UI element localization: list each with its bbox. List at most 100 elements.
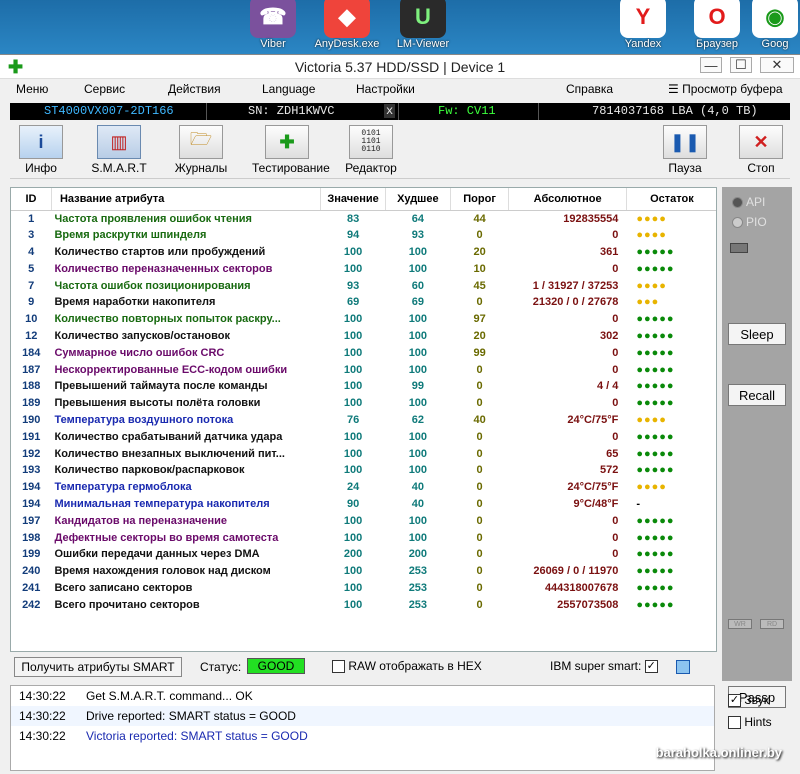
logs-button[interactable]: 🗁 Журналы [166,125,236,175]
col-worst[interactable]: Худшее [385,188,451,211]
event-log: 14:30:22 Get S.M.A.R.T. command... OK 14:… [10,685,715,771]
sleep-button[interactable]: Sleep [728,323,786,345]
maximize-button[interactable]: ☐ [730,57,752,73]
row-worst: 100 [408,430,428,443]
row-value: 100 [343,531,363,544]
info-button[interactable]: i Инфо [6,125,76,175]
clipboard-view-button[interactable]: ☰ Просмотр буфера [668,82,783,96]
desktop-icon-label: AnyDesk.exe [314,38,380,50]
col-remaining[interactable]: Остаток [626,188,716,211]
editor-button[interactable]: 0101 1101 0110 Редактор [336,125,406,175]
desktop-icon-anydesk[interactable]: ◆ AnyDesk.exe [312,0,382,54]
desktop-icon-opera[interactable]: O Браузер [682,0,752,54]
table-row[interactable]: 187 Нескорректированные ECC-кодом ошибки 1… [11,361,716,378]
table-row[interactable]: 240 Время нахождения головок над диском 10… [11,563,716,580]
table-row[interactable]: 190 Температура воздушного потока 76 62 40 24… [11,412,716,429]
color-swatch[interactable] [676,660,690,674]
viber-icon: ☎ [250,0,296,38]
menu-language[interactable]: Language [262,82,315,96]
table-row[interactable]: 5 Количество переназначенных секторов 100 1… [11,260,716,277]
table-row[interactable]: 191 Количество срабатываний датчика удара… [11,428,716,445]
row-value: 83 [346,212,360,225]
row-remaining: ●●●●● [636,464,675,477]
table-row[interactable]: 194 Температура гермоблока 24 40 0 24°C/75°F ●… [11,479,716,496]
device-model: ST4000VX007-2DT166 [44,104,174,118]
row-raw: 0 [612,531,619,544]
yandex-icon: Y [620,0,666,38]
row-remaining: ●●●●● [636,548,675,561]
stop-button[interactable]: ✕ Стоп [726,125,796,175]
row-value: 93 [346,279,360,292]
ibm-super-smart-checkbox[interactable]: IBM super smart: ✓ [550,659,658,674]
table-row[interactable]: 242 Всего прочитано секторов 100 253 0 255707… [11,596,716,613]
table-row[interactable]: 12 Количество запусков/остановок 100 100 20 3… [11,328,716,345]
col-name[interactable]: Название атрибута [51,188,322,211]
menu-actions[interactable]: Действия [168,82,221,96]
row-value: 100 [343,581,363,594]
table-row[interactable]: 189 Превышения высоты полёта головки 100 10… [11,395,716,412]
pause-button[interactable]: ❚❚ Пауза [650,125,720,175]
api-radio[interactable]: API [732,195,765,209]
desktop-icon-label: Браузер [696,38,738,50]
row-raw: 444318007678 [544,581,619,594]
row-id: 242 [22,598,41,611]
col-value[interactable]: Значение [320,188,386,211]
col-raw[interactable]: Абсолютное [508,188,627,211]
table-row[interactable]: 7 Частота ошибок позиционирования 93 60 45 1 … [11,277,716,294]
table-row[interactable]: 241 Всего записано секторов 100 253 0 4443180… [11,580,716,597]
table-row[interactable]: 4 Количество стартов или пробуждений 100 10… [11,244,716,261]
table-row[interactable]: 1 Частота проявления ошибок чтения 83 64 44 1… [11,210,716,227]
sound-checkbox[interactable]: ✓ Звук [728,693,769,708]
table-header-row: ID Название атрибута Значение Худшее Пор… [11,188,716,211]
col-threshold[interactable]: Порог [450,188,510,211]
desktop-icon-chrome[interactable]: ◉ Goog [750,0,800,54]
row-id: 199 [22,548,41,561]
table-row[interactable]: 193 Количество парковок/распарковок 100 100… [11,462,716,479]
row-id: 192 [22,447,41,460]
table-row[interactable]: 10 Количество повторных попыток раскру...… [11,311,716,328]
raw-hex-checkbox[interactable]: RAW отображать в HEX [332,659,482,674]
col-id[interactable]: ID [11,188,52,211]
log-message: Drive reported: SMART status = GOOD [86,709,296,723]
row-worst: 40 [411,497,424,510]
table-row[interactable]: 194 Минимальная температура накопителя 90 4… [11,496,716,513]
log-row: 14:30:22 Victoria reported: SMART status … [11,726,714,746]
row-threshold: 0 [476,447,483,460]
get-smart-button[interactable]: Получить атрибуты SMART [14,657,182,677]
row-remaining: ●●●● [636,229,667,242]
minimize-button[interactable]: — [700,57,722,73]
recall-button[interactable]: Recall [728,384,786,406]
serial-clear-button[interactable]: x [384,104,396,118]
pio-radio[interactable]: PIO [732,215,767,229]
table-row[interactable]: 9 Время наработки накопителя 69 69 0 21320 / … [11,294,716,311]
table-row[interactable]: 184 Суммарное число ошибок CRC 100 100 99 0 ●●… [11,344,716,361]
table-row[interactable]: 199 Ошибки передачи данных через DMA 200 20… [11,546,716,563]
row-raw: 361 [600,245,619,258]
table-row[interactable]: 3 Время раскрутки шпинделя 94 93 0 0 ●●●● [11,227,716,244]
menu-main[interactable]: Меню [16,82,48,96]
table-row[interactable]: 192 Количество внезапных выключений пит..… [11,445,716,462]
row-name: Ошибки передачи данных через DMA [54,548,260,561]
hints-checkbox[interactable]: Hints [728,715,772,730]
row-raw: 572 [600,464,619,477]
table-row[interactable]: 188 Превышений таймаута после команды 100 9… [11,378,716,395]
info-icon: i [19,125,63,159]
hints-label: Hints [744,715,772,729]
row-id: 194 [22,497,41,510]
row-raw: 65 [606,447,619,460]
row-id: 197 [22,514,41,527]
row-id: 4 [28,245,35,258]
menu-settings[interactable]: Настройки [356,82,415,96]
row-remaining: ●●●● [636,212,667,225]
test-button[interactable]: ✚ Тестирование [252,125,330,175]
smart-button[interactable]: ▥ S.M.A.R.T [84,125,154,175]
table-row[interactable]: 198 Дефектные секторы во время самотеста 1… [11,529,716,546]
menu-service[interactable]: Сервис [84,82,125,96]
close-button[interactable]: ✕ [760,57,794,73]
desktop-icon-yandex[interactable]: Y Yandex [608,0,678,54]
desktop-icon-viber[interactable]: ☎ Viber [238,0,308,54]
menu-help[interactable]: Справка [566,82,613,96]
desktop-icon-lmviewer[interactable]: U LM-Viewer [388,0,458,54]
row-value: 100 [343,430,363,443]
table-row[interactable]: 197 Кандидатов на переназначение 100 100 0 0 ●… [11,512,716,529]
